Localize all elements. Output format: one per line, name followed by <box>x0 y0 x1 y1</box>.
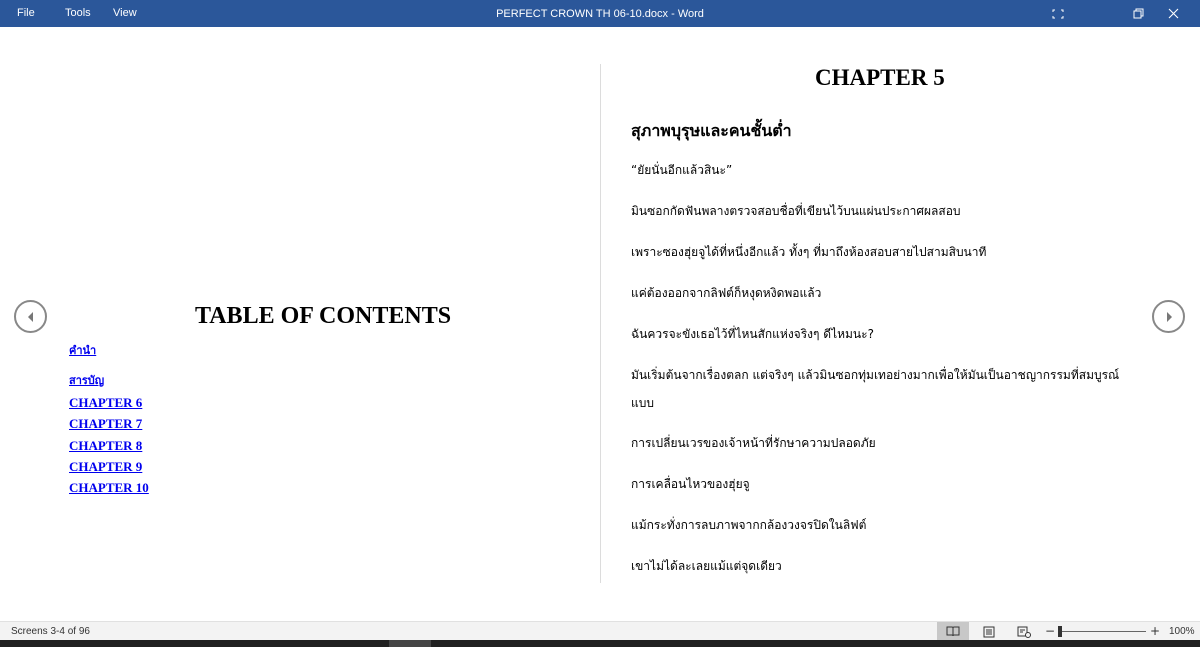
web-layout-icon <box>1017 626 1031 638</box>
toc-link-chapter-8[interactable]: CHAPTER 8 <box>69 438 142 454</box>
web-layout-button[interactable] <box>1008 622 1040 641</box>
paragraph: แม้กระทั่งการลบภาพจากกล้องวงจรปิดในลิฟต์ <box>631 518 867 532</box>
chevron-right-icon <box>1166 311 1172 322</box>
paragraph: การเคลื่อนไหวของฮุ่ยจู <box>631 477 750 491</box>
window-title: PERFECT CROWN TH 06-10.docx - Word <box>496 8 704 20</box>
screen-count: Screens 3-4 of 96 <box>11 626 90 637</box>
taskbar <box>0 640 1200 647</box>
toc-link-preface[interactable]: คำนำ <box>69 341 96 359</box>
read-mode-icon <box>946 626 960 637</box>
taskbar-active-item[interactable] <box>389 640 431 647</box>
close-icon <box>1168 8 1178 19</box>
zoom-slider-track[interactable] <box>1058 631 1146 632</box>
chapter-subtitle: สุภาพบุรุษและคนชั้นต่ำ <box>631 121 792 140</box>
paragraph: “ยัยนั่นอีกแล้วสินะ” <box>631 163 733 177</box>
zoom-in-button[interactable]: + <box>1150 622 1160 641</box>
status-bar: Screens 3-4 of 96 − + 100% <box>0 621 1200 641</box>
chevron-left-icon <box>27 311 33 322</box>
paragraph: เพราะซองฮุ่ยจูได้ที่หนึ่งอีกแล้ว ทั้งๆ ท… <box>631 245 987 259</box>
menu-view[interactable]: View <box>113 0 137 27</box>
toc-title: TABLE OF CONTENTS <box>195 303 452 329</box>
paragraph: มินซอกกัดฟันพลางตรวจสอบชื่อที่เขียนไว้บน… <box>631 204 961 218</box>
next-screen-button[interactable] <box>1152 300 1185 333</box>
zoom-level[interactable]: 100% <box>1169 622 1195 641</box>
chapter-title: CHAPTER 5 <box>815 65 945 90</box>
page-right: CHAPTER 5 สุภาพบุรุษและคนชั้นต่ำ “ยัยนั่… <box>601 27 1200 621</box>
previous-screen-button[interactable] <box>14 300 47 333</box>
close-button[interactable] <box>1157 0 1189 27</box>
paragraph: แค่ต้องออกจากลิฟต์ก็หงุดหงิดพอแล้ว <box>631 286 822 300</box>
menu-tools[interactable]: Tools <box>65 0 91 27</box>
focus-mode-icon <box>1052 9 1064 18</box>
toc-link-contents[interactable]: สารบัญ <box>69 371 104 389</box>
zoom-out-button[interactable]: − <box>1045 622 1055 641</box>
toc-link-chapter-9[interactable]: CHAPTER 9 <box>69 459 142 475</box>
title-bar: File Tools View PERFECT CROWN TH 06-10.d… <box>0 0 1200 27</box>
page-left: TABLE OF CONTENTS คำนำ สารบัญ CHAPTER 6 … <box>0 27 600 621</box>
menu-file[interactable]: File <box>17 0 35 27</box>
toc-link-chapter-6[interactable]: CHAPTER 6 <box>69 395 142 411</box>
restore-button[interactable] <box>1122 0 1154 27</box>
read-mode-button[interactable] <box>937 622 969 641</box>
print-layout-button[interactable] <box>973 622 1005 641</box>
restore-icon <box>1133 8 1143 19</box>
paragraph: การเปลี่ยนเวรของเจ้าหน้าที่รักษาความปลอด… <box>631 436 876 450</box>
toc-link-chapter-10[interactable]: CHAPTER 10 <box>69 480 149 496</box>
toc-link-chapter-7[interactable]: CHAPTER 7 <box>69 416 142 432</box>
print-layout-icon <box>983 626 995 637</box>
paragraph: เขาไม่ได้ละเลยแม้แต่จุดเดียว <box>631 559 782 573</box>
paragraph: มันเริ่มต้นจากเรื่องตลก แต่จริงๆ แล้วมิน… <box>631 368 1120 410</box>
paragraph: ฉันควรจะขังเธอไว้ที่ไหนสักแห่งจริงๆ ดีไห… <box>631 327 874 341</box>
focus-mode-button[interactable] <box>1042 0 1074 27</box>
zoom-slider-thumb[interactable] <box>1058 626 1062 637</box>
